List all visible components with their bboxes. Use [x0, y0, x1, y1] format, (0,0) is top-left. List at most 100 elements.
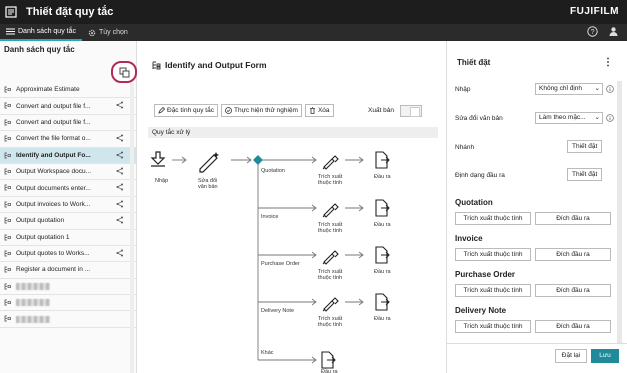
copy-icon: [119, 67, 129, 77]
run-test-button[interactable]: Thực hiện thử nghiệm: [220, 104, 302, 117]
rule-list-title: Danh sách quy tắc: [4, 45, 75, 54]
share-icon[interactable]: [116, 200, 124, 208]
workflow-diagram: Nhập Sửa đổi văn bản Quotation Invoice Pu…: [150, 151, 391, 373]
rule-editor: Identify and Output Form Đặc tính quy tắ…: [138, 41, 446, 373]
rule-name: Output quotation 1: [16, 233, 70, 241]
rule-list-item[interactable]: Output documents enter...: [0, 180, 136, 197]
edit-text-select[interactable]: Làm theo mặc... ⌄: [535, 112, 603, 124]
rule-list-panel: Danh sách quy tắc Approximate Estimate Co…: [0, 41, 137, 373]
share-icon[interactable]: [116, 216, 124, 224]
output-node-delivery-note[interactable]: Đầu ra: [374, 293, 391, 322]
pencil-icon: [158, 107, 165, 114]
branch-label-purchase-order: Purchase Order: [261, 261, 300, 267]
user-icon[interactable]: [608, 26, 619, 37]
input-node[interactable]: Nhập: [150, 151, 168, 184]
output-format-settings-button[interactable]: Thiết đặt: [567, 168, 603, 181]
help-icon[interactable]: ?: [587, 26, 598, 37]
rule-list-scrollbar[interactable]: [130, 83, 134, 373]
output-node-purchase-order[interactable]: Đầu ra: [374, 246, 391, 275]
save-button[interactable]: Lưu: [591, 349, 619, 363]
quotation-extract-button[interactable]: Trích xuất thuộc tính: [455, 212, 531, 225]
rule-icon: [4, 315, 11, 322]
rule-list-item[interactable]: Output Workspace docu...: [0, 164, 136, 181]
rule-list-item[interactable]: Register a document in ...: [0, 262, 136, 279]
input-select[interactable]: Không chỉ định ⌄: [535, 83, 603, 95]
share-icon[interactable]: [116, 167, 124, 175]
brand-logo: FUJIFILM: [570, 6, 619, 17]
rule-list-item[interactable]: Output quotation: [0, 213, 136, 230]
share-icon[interactable]: [116, 183, 124, 191]
invoice-output-button[interactable]: Đích đầu ra: [535, 248, 611, 261]
share-icon[interactable]: [116, 101, 124, 109]
share-icon[interactable]: [116, 249, 124, 257]
rule-icon: [152, 61, 161, 69]
rule-name: Convert and output file f...: [16, 102, 91, 110]
info-icon[interactable]: [606, 85, 614, 93]
output-label: Đầu ra: [374, 316, 391, 322]
rule-list-item[interactable]: Approximate Estimate: [0, 82, 136, 99]
rule-list-item[interactable]: Convert and output file f...: [0, 98, 136, 115]
extract-node-delivery-note[interactable]: Trích xuất thuộc tính: [318, 297, 343, 328]
rule-list-item[interactable]: [0, 295, 136, 312]
extract-node-quotation[interactable]: Trích xuất thuộc tính: [318, 155, 343, 186]
settings-scrollbar[interactable]: [617, 81, 622, 343]
redacted-rule-name: [16, 315, 50, 323]
output-node-quotation[interactable]: Đầu ra: [374, 151, 391, 180]
copy-rule-button[interactable]: [111, 61, 137, 83]
branch-settings-button[interactable]: Thiết đặt: [567, 140, 603, 153]
extract-label: Trích xuất thuộc tính: [318, 222, 343, 234]
output-format-label: Định dạng đầu ra: [455, 172, 505, 179]
rule-name: Output quotation: [16, 217, 65, 225]
section-title-purchase-order: Purchase Order: [455, 270, 516, 279]
rule-title-text: Identify and Output Form: [165, 60, 267, 70]
tab-options[interactable]: Tùy chọn: [82, 24, 134, 41]
extract-label: Trích xuất thuộc tính: [318, 269, 343, 281]
input-label: Nhập: [455, 86, 471, 93]
rule-list-item[interactable]: Identify and Output Fo...: [0, 147, 136, 164]
rule-list-item[interactable]: Convert the file format o...: [0, 131, 136, 148]
rule-list-item[interactable]: Output quotes to Works...: [0, 246, 136, 263]
info-icon[interactable]: [606, 114, 614, 122]
purchase-order-output-button[interactable]: Đích đầu ra: [535, 284, 611, 297]
rule-list-item[interactable]: Output quotation 1: [0, 230, 136, 246]
rule-icon: [4, 250, 11, 257]
rule-list: Approximate Estimate Convert and output f…: [0, 82, 136, 328]
share-icon[interactable]: [116, 134, 124, 142]
rule-properties-button[interactable]: Đặc tính quy tắc: [154, 104, 218, 117]
edit-text-node[interactable]: Sửa đổi văn bản: [198, 152, 219, 190]
rule-name: Convert and output file f...: [16, 118, 91, 126]
output-node-other[interactable]: Đầu ra: [321, 351, 338, 373]
delivery-note-extract-button[interactable]: Trích xuất thuộc tính: [455, 320, 531, 333]
processing-rule-header: Quy tắc xử lý: [148, 127, 438, 138]
edit-text-select-value: Làm theo mặc...: [539, 114, 586, 121]
rule-list-item[interactable]: [0, 279, 136, 296]
trash-icon: [309, 107, 315, 114]
share-icon[interactable]: [116, 151, 124, 159]
more-options-icon[interactable]: ⋮: [603, 57, 613, 68]
rule-icon: [4, 135, 11, 142]
rule-icon: [4, 217, 11, 224]
run-test-label: Thực hiện thử nghiệm: [233, 107, 298, 114]
rule-icon: [4, 201, 11, 208]
rule-list-item[interactable]: [0, 311, 136, 328]
delivery-note-output-button[interactable]: Đích đầu ra: [535, 320, 611, 333]
extract-node-invoice[interactable]: Trích xuất thuộc tính: [318, 203, 343, 234]
delete-button[interactable]: Xóa: [304, 104, 334, 117]
purchase-order-extract-button[interactable]: Trích xuất thuộc tính: [455, 284, 531, 297]
app-menu-icon[interactable]: [0, 0, 24, 24]
rule-icon: [4, 168, 11, 175]
rule-name: Output Workspace docu...: [16, 168, 92, 176]
branch-node[interactable]: [253, 155, 263, 165]
output-node-invoice[interactable]: Đầu ra: [374, 199, 391, 228]
rule-name: Identify and Output Fo...: [16, 151, 91, 159]
export-toggle[interactable]: [400, 105, 422, 117]
invoice-extract-button[interactable]: Trích xuất thuộc tính: [455, 248, 531, 261]
rule-list-item[interactable]: Output invoices to Work...: [0, 197, 136, 214]
extract-node-purchase-order[interactable]: Trích xuất thuộc tính: [318, 250, 343, 281]
rule-list-item[interactable]: Convert and output file f...: [0, 115, 136, 132]
reset-button[interactable]: Đặt lại: [555, 349, 587, 363]
quotation-output-button[interactable]: Đích đầu ra: [535, 212, 611, 225]
section-title-quotation: Quotation: [455, 198, 493, 207]
tab-rule-list[interactable]: Danh sách quy tắc: [0, 24, 82, 41]
tab-bar: Danh sách quy tắc Tùy chọn ?: [0, 24, 627, 41]
